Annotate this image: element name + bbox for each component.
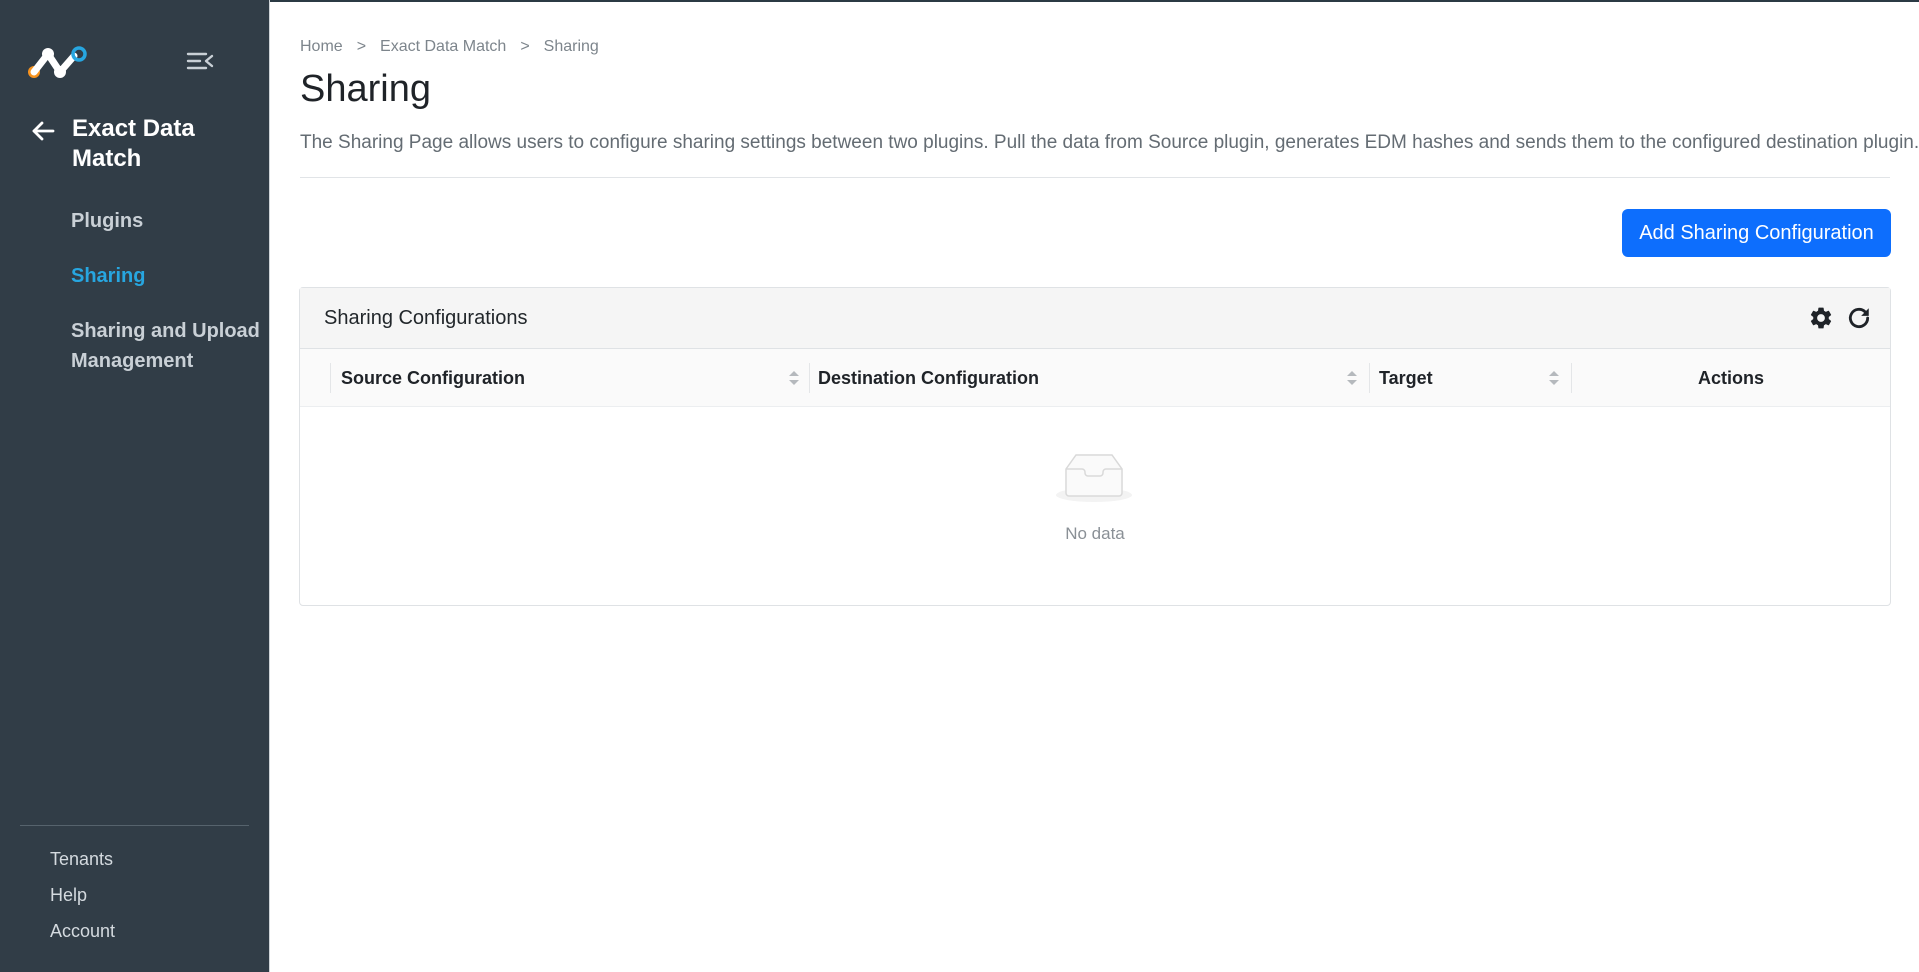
page-description: The Sharing Page allows users to configu…: [300, 132, 1919, 153]
breadcrumb-current: Sharing: [543, 38, 599, 55]
breadcrumb-separator: >: [520, 38, 530, 55]
sidebar-footer-tenants[interactable]: Tenants: [50, 849, 113, 870]
column-header-source-configuration[interactable]: Source Configuration: [341, 349, 525, 407]
refresh-icon[interactable]: [1846, 305, 1872, 331]
sidebar-footer-help[interactable]: Help: [50, 885, 87, 906]
sidebar-item-plugins[interactable]: Plugins: [71, 206, 261, 236]
sidebar-footer-account[interactable]: Account: [50, 921, 115, 942]
breadcrumb-exact-data-match[interactable]: Exact Data Match: [380, 38, 506, 56]
column-separator: [809, 363, 810, 393]
sort-icon[interactable]: [1346, 369, 1358, 387]
sidebar-divider: [20, 825, 249, 826]
column-separator: [1369, 363, 1370, 393]
column-separator: [330, 363, 331, 393]
column-header-destination-configuration[interactable]: Destination Configuration: [818, 349, 1039, 407]
empty-inbox-icon: [1056, 454, 1132, 502]
empty-state: No data: [300, 407, 1890, 606]
panel-header: Sharing Configurations: [300, 288, 1890, 349]
sidebar-item-sharing[interactable]: Sharing: [71, 261, 261, 291]
sort-icon[interactable]: [788, 369, 800, 387]
breadcrumb-home[interactable]: Home: [300, 38, 343, 56]
sidebar-item-sharing-and-upload-management[interactable]: Sharing and Upload Management: [71, 316, 261, 376]
sort-icon[interactable]: [1548, 369, 1560, 387]
breadcrumb-separator: >: [356, 38, 367, 55]
column-header-actions: Actions: [1697, 367, 1764, 388]
sharing-configurations-panel: Sharing Configurations Source Configurat…: [299, 287, 1891, 606]
page-title: Sharing: [300, 68, 431, 110]
sidebar: Exact Data Match Plugins Sharing Sharing…: [0, 0, 269, 972]
menu-collapse-icon[interactable]: [186, 50, 214, 72]
section-title: Exact Data Match: [72, 115, 195, 172]
section-header: Exact Data Match: [30, 114, 212, 174]
panel-title: Sharing Configurations: [324, 307, 528, 329]
logo-icon[interactable]: [26, 46, 88, 80]
gear-icon[interactable]: [1808, 305, 1834, 331]
column-header-target[interactable]: Target: [1379, 349, 1433, 407]
table-header: Source Configuration Destination Configu…: [300, 349, 1890, 407]
main-content: Home > Exact Data Match > Sharing Sharin…: [269, 0, 1919, 972]
empty-state-text: No data: [1065, 524, 1125, 543]
header-divider: [300, 177, 1890, 178]
breadcrumb: Home > Exact Data Match > Sharing: [300, 38, 599, 56]
add-sharing-configuration-button[interactable]: Add Sharing Configuration: [1622, 209, 1891, 257]
arrow-left-icon[interactable]: [30, 118, 56, 144]
